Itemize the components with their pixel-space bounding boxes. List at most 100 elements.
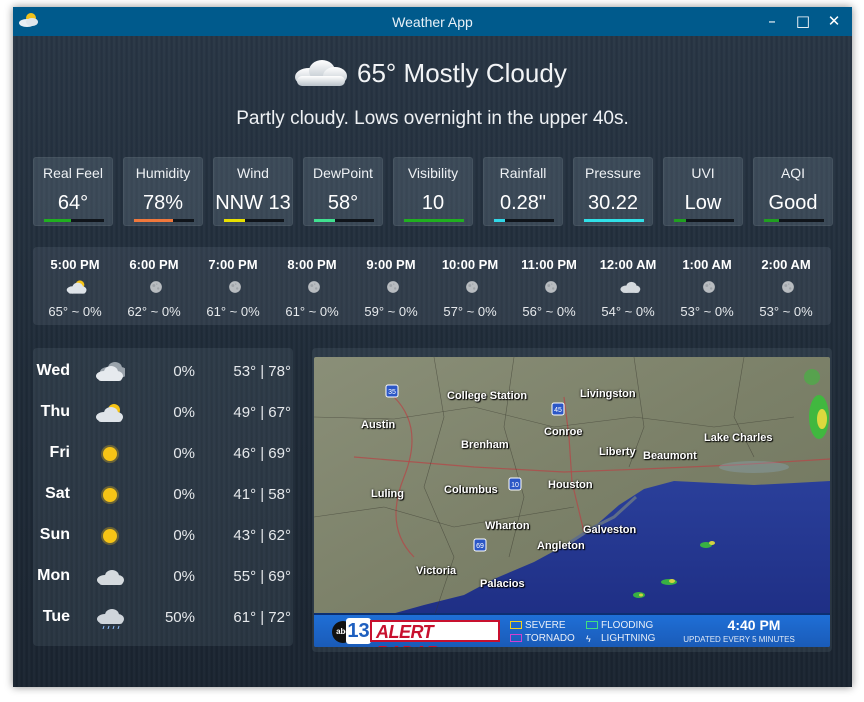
stat-label: Humidity xyxy=(135,165,191,181)
highway-10: 10 xyxy=(511,482,519,489)
stat-level-fill xyxy=(584,219,644,222)
cloudy-icon xyxy=(620,281,641,293)
rain-cloud-icon xyxy=(97,609,124,629)
stat-level-fill xyxy=(764,219,779,222)
daily-row: Sun 0% 43° | 62° xyxy=(33,516,293,556)
day-precip: 50% xyxy=(164,609,195,626)
hourly-item: 5:00 PM 65° ~ 0% xyxy=(35,247,115,325)
stat-label: Rainfall xyxy=(499,165,547,181)
stat-level-bar xyxy=(44,219,104,222)
hour-temp-precip: 56° ~ 0% xyxy=(522,304,576,319)
day-precip: 0% xyxy=(173,404,195,421)
city-label: Austin xyxy=(361,419,396,431)
radar-map-image: 35 45 10 69 xyxy=(314,357,830,647)
hour-time: 9:00 PM xyxy=(366,257,416,272)
moon-icon xyxy=(229,281,241,293)
daily-row: Wed 0% 53° | 78° xyxy=(33,352,293,392)
highway-35: 35 xyxy=(388,389,396,396)
hour-temp-precip: 61° ~ 0% xyxy=(206,304,260,319)
day-temp-range: 43° | 62° xyxy=(233,527,291,544)
hourly-forecast: 5:00 PM 65° ~ 0% 6:00 PM 62° ~ 0% 7:00 PM 61°… xyxy=(33,247,831,325)
stat-value: Low xyxy=(684,192,722,214)
hour-time: 12:00 AM xyxy=(599,257,657,272)
legend-lightning: ϟ LIGHTNING xyxy=(586,633,656,644)
radar-legend-bar: abc 13 ALERT RADAR SEVERE TORNADO FLOODI… xyxy=(314,613,830,647)
stat-card-visibility: Visibility 10 xyxy=(393,157,473,226)
moon-icon xyxy=(545,281,557,293)
stat-label: DewPoint xyxy=(313,165,373,181)
forecast-summary: Partly cloudy. Lows overnight in the upp… xyxy=(236,108,629,129)
city-label: Livingston xyxy=(580,388,636,400)
hourly-item: 9:00 PM 59° ~ 0% xyxy=(351,247,431,325)
daily-row: Sat 0% 41° | 58° xyxy=(33,475,293,515)
day-precip: 0% xyxy=(173,527,195,544)
sun-icon xyxy=(101,486,119,504)
hour-temp-precip: 59° ~ 0% xyxy=(364,304,418,319)
hour-time: 7:00 PM xyxy=(208,257,258,272)
moon-icon xyxy=(782,281,794,293)
daily-row: Mon 0% 55° | 69° xyxy=(33,557,293,597)
alert-radar-brand: ALERT RADAR xyxy=(370,620,500,647)
radar-time: 4:40 PM xyxy=(727,617,781,633)
hour-time: 11:00 PM xyxy=(521,257,577,272)
moon-icon xyxy=(703,281,715,293)
mostly-cloudy-icon xyxy=(295,60,347,86)
stat-value: 78% xyxy=(142,192,184,214)
close-button[interactable]: ✕ xyxy=(823,11,845,31)
hour-temp-precip: 53° ~ 0% xyxy=(680,304,734,319)
sun-icon xyxy=(101,445,119,463)
stat-level-bar xyxy=(134,219,194,222)
day-name: Wed xyxy=(36,362,70,379)
day-temp-range: 55° | 69° xyxy=(233,568,291,585)
stat-level-bar xyxy=(674,219,734,222)
stat-level-bar xyxy=(494,219,554,222)
city-label: Houston xyxy=(548,479,593,491)
daily-row: Thu 0% 49° | 67° xyxy=(33,393,293,433)
city-label: Angleton xyxy=(537,540,585,552)
day-name: Tue xyxy=(42,608,70,625)
city-label: Brenham xyxy=(461,439,509,451)
city-label: College Station xyxy=(447,390,528,402)
city-label: Beaumont xyxy=(643,450,697,462)
maximize-button[interactable]: □ xyxy=(792,11,814,31)
stat-value: 10 xyxy=(421,192,445,214)
stat-label: Visibility xyxy=(407,165,459,181)
hour-time: 8:00 PM xyxy=(287,257,337,272)
moon-icon xyxy=(150,281,162,293)
current-headline: 65° Mostly Cloudy xyxy=(357,58,567,88)
city-label: Luling xyxy=(371,488,404,500)
day-temp-range: 46° | 69° xyxy=(233,445,291,462)
hourly-item: 11:00 PM 56° ~ 0% xyxy=(509,247,589,325)
day-temp-range: 61° | 72° xyxy=(233,609,291,626)
radar-map[interactable]: 35 45 10 69 College Station Livingston A… xyxy=(314,357,830,647)
day-precip: 0% xyxy=(173,486,195,503)
stat-level-fill xyxy=(404,219,464,222)
hour-time: 10:00 PM xyxy=(441,257,499,272)
minimize-button[interactable]: – xyxy=(761,11,783,31)
stat-label: Wind xyxy=(237,165,269,181)
day-temp-range: 53° | 78° xyxy=(233,363,291,380)
stat-level-bar xyxy=(764,219,824,222)
day-name: Sun xyxy=(39,526,70,543)
stat-card-uvi: UVI Low xyxy=(663,157,743,226)
daily-row: Tue 50% 61° | 72° xyxy=(33,598,293,638)
stat-value: 64° xyxy=(57,192,89,214)
day-precip: 0% xyxy=(173,568,195,585)
hourly-item: 12:00 AM 54° ~ 0% xyxy=(588,247,668,325)
city-label: Columbus xyxy=(444,484,498,496)
stat-value: 58° xyxy=(327,192,359,214)
stat-label: Pressure xyxy=(584,165,642,181)
stat-label: Real Feel xyxy=(43,165,103,181)
day-precip: 0% xyxy=(173,363,195,380)
day-name: Mon xyxy=(37,567,70,584)
stat-level-fill xyxy=(674,219,686,222)
stat-value: 30.22 xyxy=(587,192,639,214)
hour-time: 1:00 AM xyxy=(682,257,732,272)
city-label: Wharton xyxy=(485,520,530,532)
city-label: Victoria xyxy=(416,565,457,577)
daily-row: Fri 0% 46° | 69° xyxy=(33,434,293,474)
hour-temp-precip: 57° ~ 0% xyxy=(443,304,497,319)
stat-card-aqi: AQI Good xyxy=(753,157,833,226)
title-bar[interactable]: Weather App – □ ✕ xyxy=(13,7,852,36)
day-temp-range: 41° | 58° xyxy=(233,486,291,503)
